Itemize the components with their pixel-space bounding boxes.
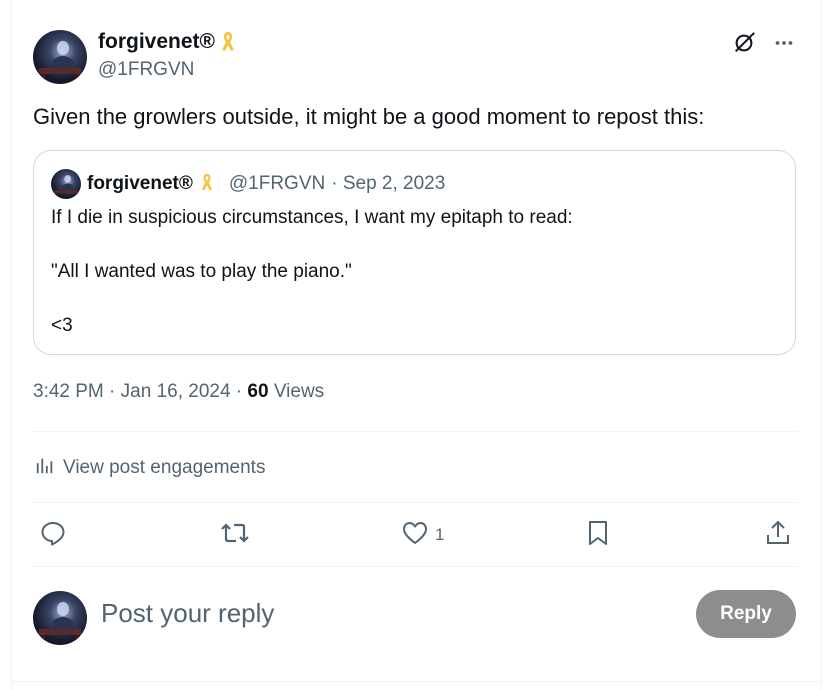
views-label: Views bbox=[273, 381, 325, 402]
divider bbox=[33, 566, 798, 567]
reply-icon bbox=[39, 519, 67, 552]
quoted-post-line: <3 bbox=[51, 315, 73, 336]
bookmark-action[interactable] bbox=[584, 515, 612, 555]
repost-icon bbox=[219, 519, 251, 552]
post-timestamp[interactable]: 3:42 PM · Jan 16, 2024 bbox=[33, 381, 231, 402]
view-engagements-link[interactable]: View post engagements bbox=[35, 455, 265, 481]
top-actions bbox=[731, 30, 797, 56]
post-meta: 3:42 PM · Jan 16, 2024 · 60 Views bbox=[33, 381, 324, 403]
quoted-author-handle: @1FRGVN bbox=[228, 173, 326, 194]
views-count: 60 bbox=[247, 381, 269, 402]
author-name-text[interactable]: forgivenet® bbox=[98, 30, 215, 54]
author-handle[interactable]: @1FRGVN bbox=[98, 59, 194, 81]
like-count: 1 bbox=[435, 525, 445, 544]
reply-action[interactable] bbox=[39, 515, 67, 555]
divider bbox=[33, 431, 798, 432]
quoted-post-date: · Sep 2, 2023 bbox=[331, 173, 446, 194]
view-engagements-label[interactable]: View post engagements bbox=[63, 457, 265, 479]
current-user-avatar[interactable] bbox=[33, 591, 87, 645]
quoted-post-line: "All I wanted was to play the piano." bbox=[51, 261, 352, 282]
analytics-icon bbox=[35, 455, 55, 481]
divider bbox=[11, 681, 822, 682]
quoted-post-line: If I die in suspicious circumstances, I … bbox=[51, 207, 573, 228]
grok-icon[interactable] bbox=[731, 30, 757, 56]
ribbon-icon bbox=[219, 30, 237, 54]
bookmark-icon bbox=[584, 519, 612, 552]
share-icon bbox=[764, 519, 792, 552]
share-action[interactable] bbox=[764, 515, 792, 555]
author-avatar[interactable] bbox=[33, 30, 87, 84]
meta-separator: · bbox=[235, 381, 248, 402]
post-actions: 1 bbox=[33, 515, 798, 555]
reply-input[interactable]: Post your reply bbox=[101, 598, 274, 629]
repost-action[interactable] bbox=[219, 515, 251, 555]
quoted-author-name: forgivenet® bbox=[87, 173, 193, 194]
quoted-post-header: forgivenet® @1FRGVN · Sep 2, 2023 bbox=[51, 169, 445, 199]
post-text: Given the growlers outside, it might be … bbox=[33, 104, 705, 129]
ribbon-icon bbox=[199, 172, 217, 196]
quoted-post[interactable]: forgivenet® @1FRGVN · Sep 2, 2023 If I d… bbox=[33, 150, 796, 355]
author-name[interactable]: forgivenet® bbox=[98, 30, 237, 54]
avatar-image bbox=[39, 602, 81, 643]
quoted-author-avatar bbox=[51, 169, 81, 199]
reply-button[interactable]: Reply bbox=[696, 590, 796, 638]
avatar-image bbox=[39, 41, 81, 82]
heart-icon bbox=[401, 519, 429, 552]
more-options-icon[interactable] bbox=[771, 30, 797, 56]
avatar-image bbox=[54, 175, 78, 194]
like-action[interactable]: 1 bbox=[401, 515, 444, 555]
divider bbox=[33, 502, 798, 503]
